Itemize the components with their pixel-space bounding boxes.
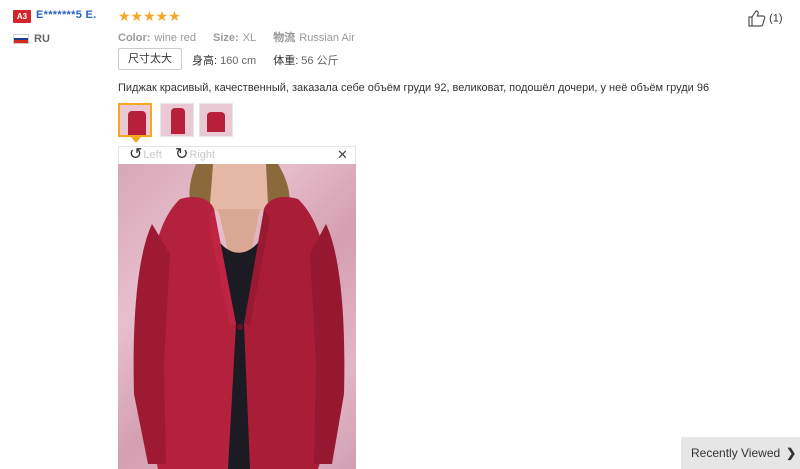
- height-value: 160 cm: [220, 55, 257, 67]
- thumbs-up-icon: [748, 10, 766, 27]
- buyer-level-badge: A3: [13, 10, 31, 23]
- color-label: Color:: [118, 32, 151, 44]
- rotate-left-button[interactable]: ↺Left: [129, 147, 162, 163]
- size-value: XL: [242, 32, 257, 44]
- like-count: (1): [769, 12, 783, 25]
- recently-viewed-tab[interactable]: Recently Viewed ❯: [681, 437, 800, 469]
- size-label: Size:: [213, 32, 239, 44]
- size-feedback-tag: 尺寸太大: [118, 48, 182, 70]
- shipping-label: 物流: [273, 32, 296, 44]
- review-photo-thumbnail[interactable]: [199, 103, 233, 137]
- review-text: Пиджак красивый, качественный, заказала …: [118, 82, 710, 94]
- body-info: 身高: 160 cm 体重: 56 公斤: [192, 52, 353, 68]
- review-photo-thumbnail[interactable]: [118, 103, 152, 137]
- rotate-right-button[interactable]: ↻Right: [175, 147, 215, 163]
- rotate-left-label: Left: [143, 149, 162, 161]
- review-photo-thumbnail[interactable]: [160, 103, 194, 137]
- weight-value: 56 公斤: [301, 55, 339, 67]
- russia-flag-icon: [13, 34, 29, 44]
- rotate-right-label: Right: [189, 149, 216, 161]
- selected-thumbnail-caret: [131, 137, 141, 143]
- helpful-like-button[interactable]: (1): [748, 10, 783, 27]
- shipping-value: Russian Air: [299, 32, 355, 44]
- order-attributes: Color: wine red Size: XL 物流 Russian Air: [118, 29, 369, 45]
- photo-viewer-toolbar: ↺Left ↻Right ✕: [118, 146, 356, 164]
- rotate-right-icon: ↻: [175, 146, 189, 164]
- rotate-left-icon: ↺: [129, 146, 143, 164]
- star-rating: ★★★★★: [118, 8, 181, 24]
- color-value: wine red: [154, 32, 196, 44]
- review-photo-image: [133, 164, 345, 469]
- recently-viewed-label: Recently Viewed: [691, 446, 781, 460]
- weight-label: 体重:: [273, 55, 299, 67]
- close-icon[interactable]: ✕: [337, 147, 348, 163]
- chevron-right-icon: ❯: [786, 446, 797, 460]
- review-photo: [118, 164, 356, 469]
- reviewer-name: E*******5 E.: [36, 9, 97, 21]
- reviewer-country: RU: [34, 33, 50, 45]
- height-label: 身高:: [192, 55, 218, 67]
